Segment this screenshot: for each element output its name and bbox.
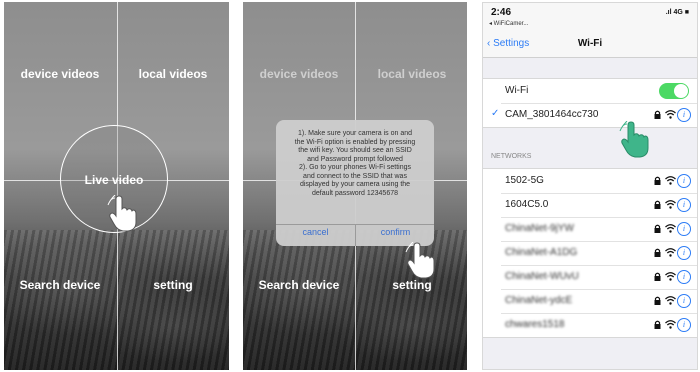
search-device-button[interactable]: Search device <box>243 278 355 292</box>
cancel-button[interactable]: cancel <box>276 227 355 237</box>
networks-list: 1502-5G i 1604C5.0 i ChinaNet-9jYW i Chi… <box>483 168 697 338</box>
info-icon[interactable]: i <box>677 108 691 122</box>
info-icon[interactable]: i <box>677 318 691 332</box>
device-videos-button[interactable]: device videos <box>4 67 116 81</box>
wifi-signal-icon <box>665 296 676 305</box>
network-row[interactable]: ChinaNet-A1DG i <box>483 241 697 265</box>
info-icon[interactable]: i <box>677 198 691 212</box>
checkmark-icon: ✓ <box>491 108 500 119</box>
info-icon[interactable]: i <box>677 222 691 236</box>
wifi-signal-icon <box>665 224 676 233</box>
dialog-line: default password 12345678 <box>311 189 398 197</box>
network-name-blurred: ChinaNet-9jYW <box>505 223 574 234</box>
network-status-icons: i <box>647 198 691 212</box>
dialog-message: 1). Make sure your camera is on and the … <box>284 130 426 198</box>
wifi-toggle-row: Wi-Fi <box>483 79 697 103</box>
instruction-dialog: 1). Make sure your camera is on and the … <box>276 120 434 246</box>
info-icon[interactable]: i <box>677 174 691 188</box>
setting-button[interactable]: setting <box>117 278 229 292</box>
wifi-toggle[interactable] <box>659 83 689 99</box>
status-bar: 2:46 ◂ WiFiCamer... .ıl 4G ■ <box>483 3 697 33</box>
wifi-label: Wi-Fi <box>505 85 529 96</box>
network-name-blurred: ChinaNet-ydcE <box>505 295 573 306</box>
dialog-line: and Password prompt followed <box>307 155 403 163</box>
network-status-icons: i <box>647 174 691 188</box>
signal-battery-indicator: .ıl 4G ■ <box>665 9 689 16</box>
network-status-icons: i <box>647 294 691 308</box>
setting-button[interactable]: setting <box>356 278 467 292</box>
network-row[interactable]: 1502-5G i <box>483 169 697 193</box>
lock-icon <box>654 176 661 185</box>
live-video-label: Live video <box>84 173 144 187</box>
wifi-signal-icon <box>665 272 676 281</box>
status-time: 2:46 <box>491 7 512 18</box>
network-name-blurred: chwares1518 <box>505 319 565 330</box>
network-name-blurred: ChinaNet-A1DG <box>505 247 578 258</box>
network-row[interactable]: ChinaNet-9jYW i <box>483 217 697 241</box>
info-icon[interactable]: i <box>677 270 691 284</box>
network-status-icons: i <box>647 108 691 122</box>
network-row[interactable]: ChinaNet-WUvU i <box>483 265 697 289</box>
network-status-icons: i <box>647 270 691 284</box>
info-icon[interactable]: i <box>677 246 691 260</box>
network-name-blurred: ChinaNet-WUvU <box>505 271 579 282</box>
network-row[interactable]: 1604C5.0 i <box>483 193 697 217</box>
network-status-icons: i <box>647 246 691 260</box>
navigation-bar: ‹ Settings Wi-Fi <box>483 33 697 58</box>
info-icon[interactable]: i <box>677 294 691 308</box>
network-row[interactable]: ChinaNet-ydcE i <box>483 289 697 313</box>
local-videos-button[interactable]: local videos <box>356 67 467 81</box>
search-device-button[interactable]: Search device <box>4 278 116 292</box>
network-name: CAM_3801464cc730 <box>505 109 599 120</box>
page-title: Wi-Fi <box>577 38 603 49</box>
wifi-settings-screen: 2:46 ◂ WiFiCamer... .ıl 4G ■ ‹ Settings … <box>482 2 698 370</box>
lock-icon <box>654 200 661 209</box>
wifi-signal-icon <box>665 176 676 185</box>
dialog-line: 1). Make sure your camera is on and <box>298 130 412 137</box>
dialog-line: the wifi key. You should see an SSID <box>298 147 412 154</box>
toggle-knob <box>674 84 688 98</box>
wifi-signal-icon <box>665 110 676 119</box>
dialog-line: the Wi-Fi option is enabled by pressing <box>294 138 416 146</box>
connected-network-row[interactable]: ✓ CAM_3801464cc730 i <box>483 103 697 127</box>
network-row[interactable]: chwares1518 i <box>483 313 697 337</box>
lock-icon <box>654 320 661 329</box>
lock-icon <box>654 224 661 233</box>
main-menu-screen: device videos local videos Search device… <box>4 2 229 370</box>
tap-hand-icon <box>405 242 435 279</box>
tap-hand-icon <box>107 195 137 232</box>
lock-icon <box>654 110 661 119</box>
network-name: 1502-5G <box>505 175 544 186</box>
networks-section-header: NETWORKS <box>491 153 532 160</box>
dialog-line: 2). Go to your phones Wi-Fi settings <box>298 164 412 171</box>
lock-icon <box>654 296 661 305</box>
network-name: 1604C5.0 <box>505 199 549 210</box>
lock-icon <box>654 248 661 257</box>
dialog-line: and connect to the SSID that was <box>303 172 407 180</box>
network-status-icons: i <box>647 222 691 236</box>
status-back-to-app[interactable]: ◂ WiFiCamer... <box>489 20 528 27</box>
lock-icon <box>654 272 661 281</box>
confirm-button[interactable]: confirm <box>356 227 435 237</box>
network-status-icons: i <box>647 318 691 332</box>
wifi-instruction-screen: device videos local videos Search device… <box>243 2 467 370</box>
local-videos-button[interactable]: local videos <box>117 67 229 81</box>
wifi-group: Wi-Fi ✓ CAM_3801464cc730 i <box>483 78 697 128</box>
wifi-signal-icon <box>665 320 676 329</box>
device-videos-button[interactable]: device videos <box>243 67 355 81</box>
wifi-signal-icon <box>665 248 676 257</box>
dialog-line: displayed by your camera using the <box>299 181 411 188</box>
tap-hand-icon <box>619 121 649 158</box>
wifi-signal-icon <box>665 200 676 209</box>
